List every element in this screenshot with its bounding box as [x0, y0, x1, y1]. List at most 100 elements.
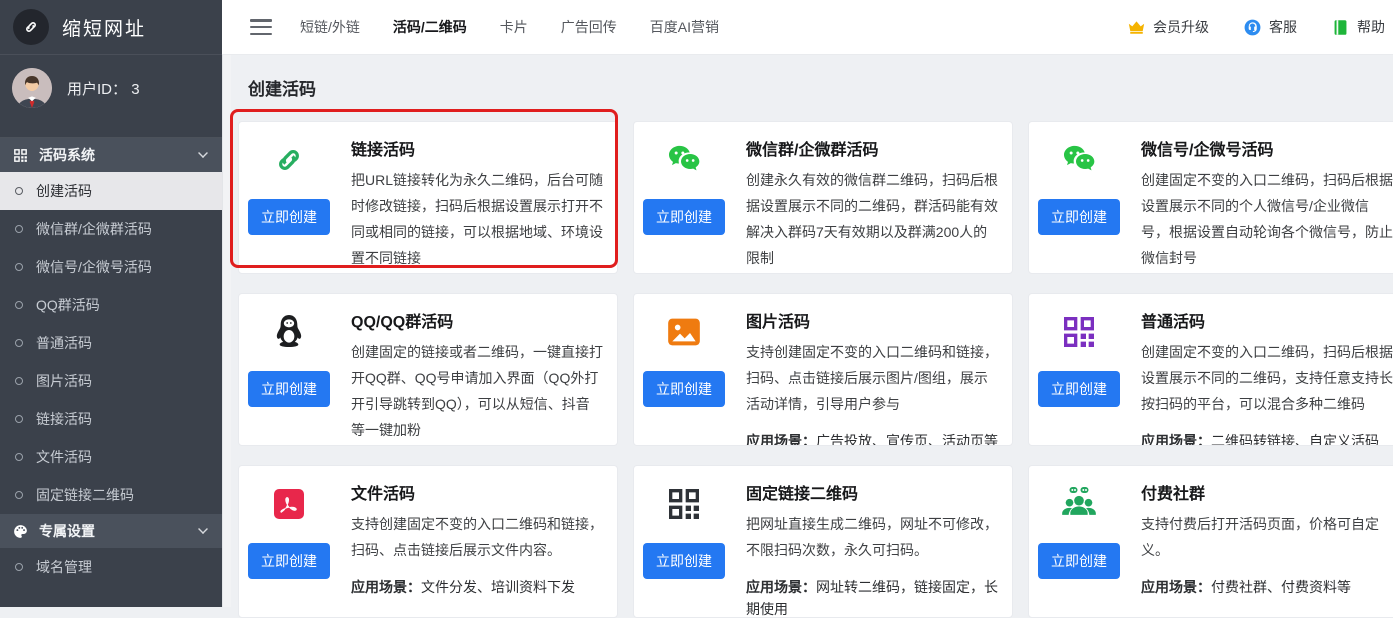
create-now-button[interactable]: 立即创建	[643, 543, 725, 579]
sidebar-item-link[interactable]: 链接活码	[0, 400, 222, 438]
card-scenario: 应用场景：付费社群、付费资料等	[1141, 576, 1393, 598]
create-now-button[interactable]: 立即创建	[248, 543, 330, 579]
user-info: 用户ID： 3	[0, 55, 222, 121]
card-title: 文件活码	[351, 480, 603, 504]
image-icon	[664, 310, 704, 354]
chevron-down-icon	[198, 524, 208, 534]
group-icon	[1059, 482, 1099, 526]
sidebar-item-wechat-group[interactable]: 微信群/企微群活码	[0, 210, 222, 248]
help-button[interactable]: 帮助	[1331, 17, 1385, 37]
card-scenario: 应用场景：文件分发、培训资料下发	[351, 576, 603, 598]
bullet-icon	[15, 415, 23, 423]
card-description: 创建固定不变的入口二维码，扫码后根据设置展示不同的个人微信号/企业微信号，根据设…	[1141, 167, 1393, 271]
member-upgrade-button[interactable]: 会员升级	[1127, 17, 1209, 37]
card-title: 付费社群	[1141, 480, 1393, 504]
card-qq-huoma: 立即创建 QQ/QQ群活码 创建固定的链接或者二维码，一键直接打开QQ群、QQ号…	[238, 293, 618, 446]
user-avatar	[12, 68, 52, 108]
sidebar-item-wechat-account[interactable]: 微信号/企微号活码	[0, 248, 222, 286]
bullet-icon	[15, 563, 23, 571]
card-paid-community: 立即创建 付费社群 支持付费后打开活码页面，价格可自定义。 应用场景：付费社群、…	[1028, 465, 1393, 618]
chevron-down-icon	[198, 148, 208, 158]
section-label: 专属设置	[39, 521, 95, 541]
main-panel: 创建活码 立即创建 链接活码 把URL链接转化为永久二维码，后台可随时修改链接，…	[222, 55, 1393, 607]
card-description: 创建永久有效的微信群二维码，扫码后根据设置展示不同的二维码，群活码能有效解决入群…	[746, 167, 998, 271]
create-now-button[interactable]: 立即创建	[248, 199, 330, 235]
sidebar-item-domain[interactable]: 域名管理	[0, 548, 222, 586]
page-title: 创建活码	[248, 75, 1393, 100]
card-title: 链接活码	[351, 136, 603, 160]
bullet-icon	[15, 491, 23, 499]
sidebar: 缩短网址 用户ID： 3 活码系统 创建活码 微信群/企微群活码 微信号/企微号…	[0, 0, 222, 607]
card-scenario: 应用场景：网址转二维码，链接固定，长期使用	[746, 576, 998, 618]
sidebar-section-settings[interactable]: 专属设置	[0, 514, 222, 548]
qrcode-icon	[664, 482, 704, 526]
pdf-file-icon	[269, 482, 309, 526]
card-description: 支持创建固定不变的入口二维码和链接，扫码、点击链接后展示图片/图组，展示活动详情…	[746, 339, 998, 417]
bullet-icon	[15, 263, 23, 271]
sidebar-item-normal[interactable]: 普通活码	[0, 324, 222, 362]
card-description: 把URL链接转化为永久二维码，后台可随时修改链接，扫码后根据设置展示打开不同或相…	[351, 167, 603, 271]
sidebar-item-qq-group[interactable]: QQ群活码	[0, 286, 222, 324]
card-title: 图片活码	[746, 308, 998, 332]
card-title: 微信群/企微群活码	[746, 136, 998, 160]
link-icon	[269, 138, 309, 182]
section-label: 活码系统	[39, 145, 95, 165]
hamburger-menu-icon[interactable]	[250, 19, 272, 35]
card-link-huoma: 立即创建 链接活码 把URL链接转化为永久二维码，后台可随时修改链接，扫码后根据…	[238, 121, 618, 274]
link-logo-icon	[13, 9, 49, 45]
card-wechat-group-huoma: 立即创建 微信群/企微群活码 创建永久有效的微信群二维码，扫码后根据设置展示不同…	[633, 121, 1013, 274]
bullet-icon	[15, 225, 23, 233]
sidebar-item-image[interactable]: 图片活码	[0, 362, 222, 400]
palette-icon	[12, 523, 29, 540]
app-logo: 缩短网址	[0, 0, 222, 55]
top-menu: 短链/外链 活码/二维码 卡片 广告回传 百度AI营销	[300, 17, 719, 37]
customer-service-button[interactable]: 客服	[1243, 17, 1297, 37]
qq-icon	[269, 310, 309, 354]
bullet-icon	[15, 301, 23, 309]
card-description: 创建固定的链接或者二维码，一键直接打开QQ群、QQ号申请加入界面（QQ外打开引导…	[351, 339, 603, 443]
tab-short-link[interactable]: 短链/外链	[300, 17, 360, 37]
card-description: 把网址直接生成二维码，网址不可修改，不限扫码次数，永久可扫码。	[746, 511, 998, 563]
card-image-huoma: 立即创建 图片活码 支持创建固定不变的入口二维码和链接，扫码、点击链接后展示图片…	[633, 293, 1013, 446]
sidebar-item-create[interactable]: 创建活码	[0, 172, 222, 210]
bullet-icon	[15, 187, 23, 195]
top-navbar: 短链/外链 活码/二维码 卡片 广告回传 百度AI营销 会员升级 客服 帮助	[222, 0, 1393, 55]
card-description: 支持创建固定不变的入口二维码和链接，扫码、点击链接后展示文件内容。	[351, 511, 603, 563]
sidebar-section-huoma[interactable]: 活码系统	[0, 138, 222, 172]
user-id: 用户ID： 3	[67, 78, 140, 99]
card-fixed-link-qr: 立即创建 固定链接二维码 把网址直接生成二维码，网址不可修改，不限扫码次数，永久…	[633, 465, 1013, 618]
tab-huoma-qrcode[interactable]: 活码/二维码	[393, 17, 467, 37]
tab-card[interactable]: 卡片	[500, 17, 528, 37]
tab-baidu-ai[interactable]: 百度AI营销	[650, 17, 719, 37]
card-title: 普通活码	[1141, 308, 1393, 332]
sidebar-item-file[interactable]: 文件活码	[0, 438, 222, 476]
book-icon	[1331, 18, 1350, 37]
card-scenario: 应用场景：广告投放、宣传页、活动页等	[746, 430, 998, 446]
content-area: 短链/外链 活码/二维码 卡片 广告回传 百度AI营销 会员升级 客服 帮助 创…	[222, 0, 1393, 607]
card-title: 固定链接二维码	[746, 480, 998, 504]
bullet-icon	[15, 453, 23, 461]
bullet-icon	[15, 377, 23, 385]
card-title: 微信号/企微号活码	[1141, 136, 1393, 160]
tab-ad-callback[interactable]: 广告回传	[561, 17, 617, 37]
crown-icon	[1127, 18, 1146, 37]
card-scenario: 应用场景：二维码转链接、自定义活码	[1141, 430, 1393, 446]
create-now-button[interactable]: 立即创建	[1038, 543, 1120, 579]
navbar-tools: 会员升级 客服 帮助	[1127, 17, 1387, 37]
create-now-button[interactable]: 立即创建	[643, 371, 725, 407]
wechat-icon	[1059, 138, 1099, 182]
card-normal-huoma: 立即创建 普通活码 创建固定不变的入口二维码，扫码后根据设置展示不同的二维码，支…	[1028, 293, 1393, 446]
card-description: 支持付费后打开活码页面，价格可自定义。	[1141, 511, 1393, 563]
app-title: 缩短网址	[62, 14, 146, 41]
sidebar-item-fixed-qr[interactable]: 固定链接二维码	[0, 476, 222, 514]
create-now-button[interactable]: 立即创建	[643, 199, 725, 235]
bullet-icon	[15, 339, 23, 347]
card-description: 创建固定不变的入口二维码，扫码后根据设置展示不同的二维码，支持任意支持长按扫码的…	[1141, 339, 1393, 417]
qrcode-icon	[1059, 310, 1099, 354]
headset-icon	[1243, 18, 1262, 37]
create-now-button[interactable]: 立即创建	[1038, 199, 1120, 235]
create-now-button[interactable]: 立即创建	[1038, 371, 1120, 407]
card-title: QQ/QQ群活码	[351, 308, 603, 332]
qrcode-icon	[12, 147, 29, 164]
create-now-button[interactable]: 立即创建	[248, 371, 330, 407]
